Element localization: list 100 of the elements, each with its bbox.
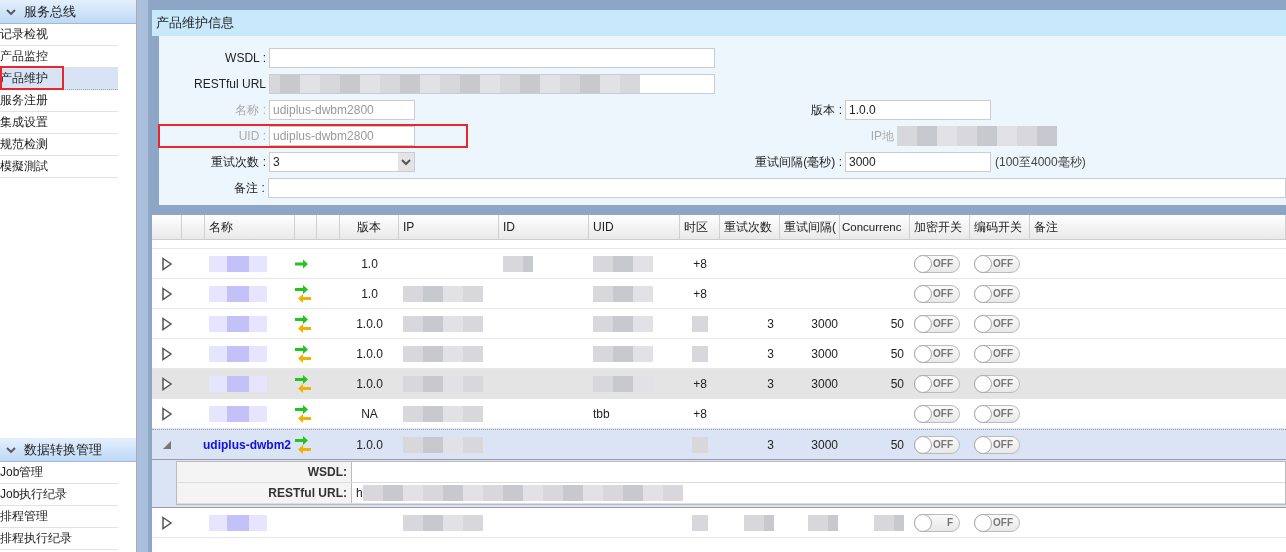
detail-value: h [356, 486, 363, 500]
sidebar-item[interactable]: 规范检测 [0, 134, 118, 156]
field-label: RESTful URL [192, 77, 267, 91]
table-cell: 1.0.0 [356, 316, 383, 331]
table-cell: 3 [767, 376, 774, 391]
table-cell: 3000 [811, 376, 838, 391]
sidebar-item[interactable]: Job执行纪录 [0, 484, 118, 506]
column-header[interactable]: 名称 [205, 215, 295, 239]
table-cell: +8 [693, 286, 707, 301]
expander-icon[interactable] [161, 515, 173, 530]
expander-icon[interactable] [161, 406, 173, 421]
toggle-switch[interactable]: OFF [914, 314, 960, 333]
chevron-icon [6, 7, 16, 16]
table-cell: 3 [767, 437, 774, 452]
field-label: 名称 : [234, 101, 267, 119]
toggle-switch[interactable]: OFF [974, 435, 1020, 454]
table-row[interactable]: udiplus-dwbm2 1.0.0 3 3000 50 OFF OFF [152, 429, 1286, 460]
field-label: 重试间隔(毫秒) : [754, 153, 843, 171]
table-cell: 50 [890, 376, 904, 391]
toggle-switch[interactable]: OFF [974, 374, 1020, 393]
section-title: 数据转换管理 [24, 440, 102, 459]
table-cell: 50 [890, 346, 904, 361]
table-cell: +8 [693, 406, 707, 421]
toggle-switch[interactable]: OFF [914, 254, 960, 273]
field-label: UID : [237, 129, 267, 143]
toggle-switch[interactable]: OFF [914, 374, 960, 393]
note-field[interactable] [267, 178, 1286, 198]
table-cell: 3000 [811, 346, 838, 361]
table-cell: 1.0 [361, 256, 378, 271]
table-cell: 3 [767, 316, 774, 331]
toggle-switch[interactable]: OFF [974, 314, 1020, 333]
table-cell: 3000 [811, 316, 838, 331]
detail-label: RESTful URL: [177, 483, 352, 503]
toggle-switch[interactable]: OFF [974, 513, 1020, 532]
interval-field[interactable]: 3000 [845, 152, 991, 172]
toggle-switch[interactable]: OFF [974, 404, 1020, 423]
column-header[interactable]: ID [499, 215, 589, 239]
panel-title: 产品维护信息 [152, 10, 1286, 36]
expander-icon[interactable] [161, 256, 173, 271]
chevron-icon [6, 445, 16, 454]
table-row[interactable]: 1.0 +8 OFF OFF [152, 279, 1286, 309]
toggle-switch[interactable]: OFF [914, 435, 960, 454]
table-row[interactable]: 1.0.0 +8 3 3000 50 OFF OFF [152, 369, 1286, 399]
section-header[interactable]: 数据转换管理 [0, 438, 136, 462]
toggle-switch[interactable]: OFF [914, 284, 960, 303]
table-cell: 50 [890, 316, 904, 331]
column-header[interactable]: 重试次数 [720, 215, 780, 239]
expander-icon[interactable] [161, 346, 173, 361]
retries-select[interactable]: 3 [269, 152, 415, 172]
column-header[interactable]: 重试间隔( [780, 215, 840, 239]
table-cell: +8 [693, 256, 707, 271]
toggle-switch[interactable]: F [914, 513, 960, 532]
table-cell: 3000 [811, 437, 838, 452]
expander-icon[interactable] [161, 316, 173, 331]
table-cell: 1.0 [361, 286, 378, 301]
sidebar-item[interactable]: 记录检视 [0, 24, 118, 46]
section-header[interactable]: 服务总线 [0, 0, 136, 24]
column-header[interactable]: 时区 [680, 215, 720, 239]
toggle-switch[interactable]: OFF [914, 344, 960, 363]
column-header[interactable]: UID [589, 215, 680, 239]
sidebar-item[interactable]: 集成设置 [0, 112, 118, 134]
url-field[interactable] [269, 74, 715, 94]
toggle-switch[interactable]: OFF [974, 254, 1020, 273]
table-cell: udiplus-dwbm2 [203, 437, 291, 452]
toggle-switch[interactable]: OFF [974, 344, 1020, 363]
wsdl-field[interactable] [269, 48, 715, 68]
detail-label: WSDL: [177, 462, 352, 482]
table-row[interactable]: F OFF [152, 508, 1286, 538]
sidebar-item[interactable]: 服务注册 [0, 90, 118, 112]
section-title: 服务总线 [24, 2, 76, 21]
sidebar-item[interactable]: 排程执行纪录 [0, 528, 118, 550]
toggle-switch[interactable]: OFF [974, 284, 1020, 303]
table-cell: 1.0.0 [356, 437, 383, 452]
table-cell: 3 [767, 346, 774, 361]
column-header[interactable]: 版本 [340, 215, 399, 239]
sidebar-item[interactable]: 排程管理 [0, 506, 118, 528]
expander-icon[interactable] [161, 376, 173, 391]
table-cell: +8 [693, 376, 707, 391]
expander-icon[interactable] [161, 286, 173, 301]
field-label: WSDL : [224, 51, 267, 65]
field-label: 版本 : [810, 101, 843, 119]
sidebar-item[interactable]: Job管理 [0, 462, 118, 484]
field-label: 备注 : [233, 179, 266, 197]
table-cell: NA [361, 406, 378, 421]
table-row[interactable]: 1.0 +8 OFF OFF [152, 249, 1286, 279]
table-cell: 1.0.0 [356, 376, 383, 391]
column-header[interactable]: 编码开关 [970, 215, 1030, 239]
field-label: IP地 [869, 127, 895, 145]
column-header[interactable]: 备注 [1030, 215, 1286, 239]
sidebar-item[interactable]: 模擬測試 [0, 156, 118, 178]
table-cell: 1.0.0 [356, 346, 383, 361]
toggle-switch[interactable]: OFF [914, 404, 960, 423]
column-header[interactable]: IP [399, 215, 499, 239]
table-cell: tbb [593, 406, 610, 421]
column-header[interactable]: Concurrenc [840, 215, 910, 239]
table-row[interactable]: 1.0.0 3 3000 50 OFF OFF [152, 309, 1286, 339]
version-field[interactable]: 1.0.0 [845, 100, 991, 120]
hint-text: (100至4000毫秒) [995, 153, 1086, 171]
column-header[interactable]: 加密开关 [910, 215, 970, 239]
table-cell: 50 [890, 437, 904, 452]
